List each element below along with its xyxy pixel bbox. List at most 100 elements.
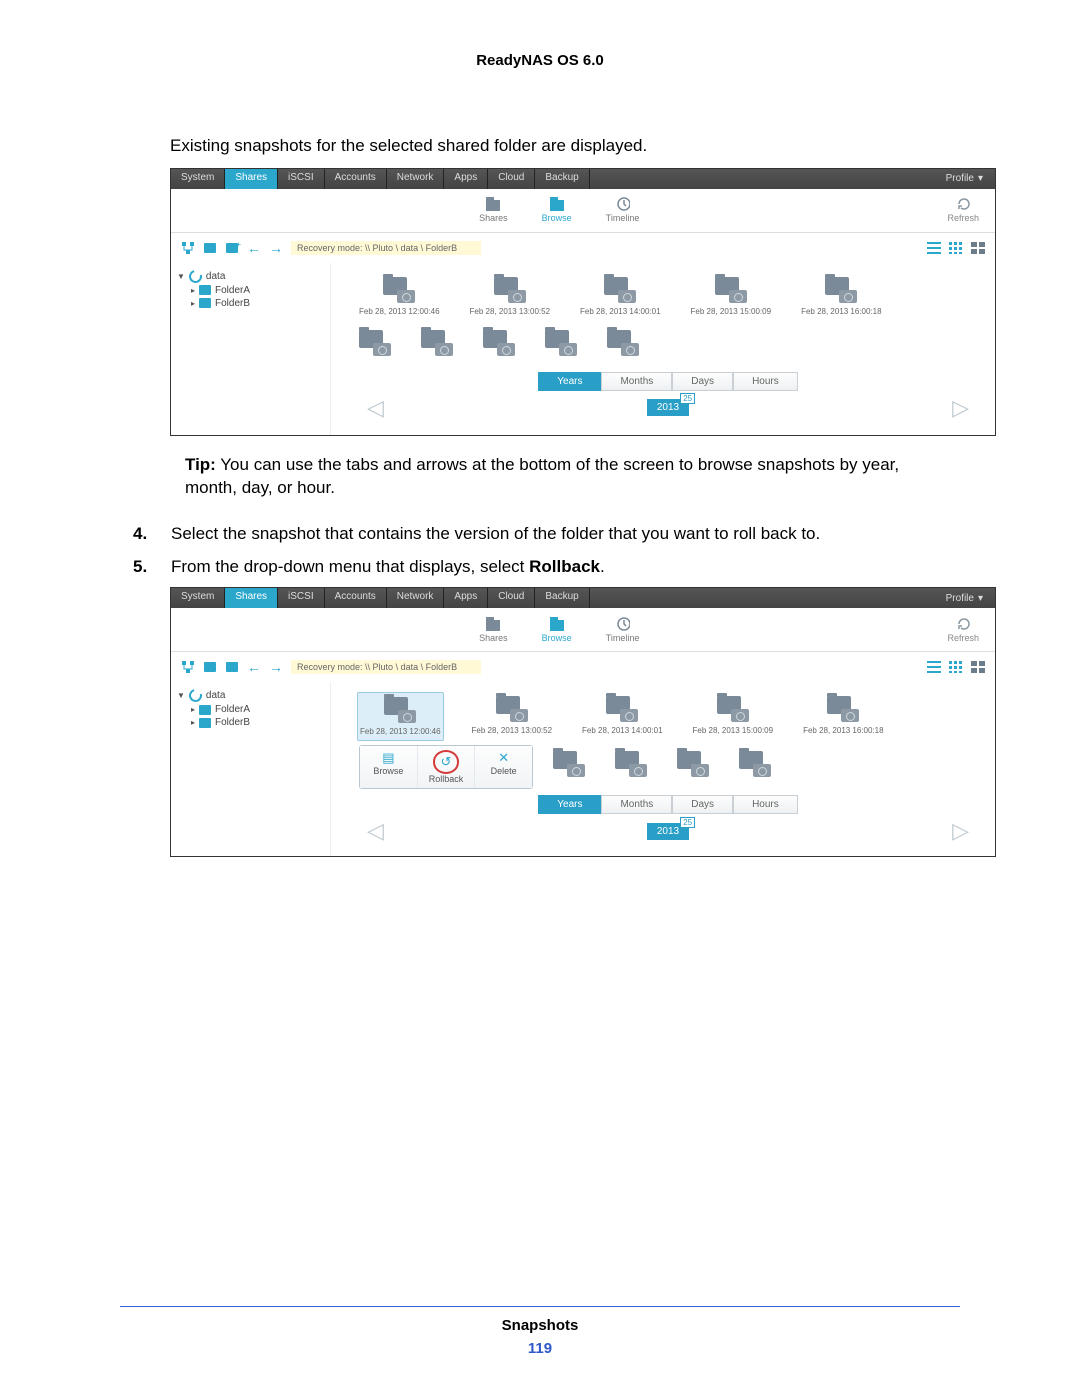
snapshot-item[interactable]: Feb 28, 2013 13:00:52: [468, 273, 553, 320]
snapshot-item[interactable]: Feb 28, 2013 14:00:01: [578, 273, 663, 320]
tab-apps[interactable]: Apps: [444, 169, 488, 189]
tree-foldera[interactable]: ▸ FolderA: [177, 703, 324, 716]
refresh-button[interactable]: Refresh: [947, 617, 979, 643]
snapshot-item[interactable]: [357, 326, 393, 360]
tree-icon[interactable]: [181, 241, 195, 255]
shares-view-button[interactable]: Shares: [479, 617, 508, 643]
context-menu: ▤ Browse ↺ Rollback ✕ Delete: [359, 745, 533, 789]
range-tab-years[interactable]: Years: [538, 795, 601, 814]
snapshot-folder-icon: [715, 277, 747, 303]
tab-cloud[interactable]: Cloud: [488, 169, 535, 189]
snapshot-label: Feb 28, 2013 15:00:09: [693, 726, 774, 735]
next-arrow-icon[interactable]: ▷: [952, 395, 969, 421]
snapshot-item[interactable]: [737, 747, 773, 781]
screenshot-2: System Shares iSCSI Accounts Network App…: [170, 587, 996, 857]
new-folder-icon[interactable]: +: [225, 241, 239, 255]
snapshot-item[interactable]: Feb 28, 2013 12:00:46: [357, 273, 442, 320]
caret-right-icon: ▸: [191, 718, 195, 727]
list-view-icon[interactable]: [927, 660, 941, 674]
grid-small-icon[interactable]: [949, 660, 963, 674]
tab-backup[interactable]: Backup: [535, 169, 589, 189]
snapshot-label: Feb 28, 2013 13:00:52: [472, 726, 553, 735]
range-tab-hours[interactable]: Hours: [733, 795, 798, 814]
ctx-delete-button[interactable]: ✕ Delete: [475, 746, 532, 788]
range-tab-hours[interactable]: Hours: [733, 372, 798, 391]
path-toolbar: + ← → Recovery mode: \\ Pluto \ data \ F…: [171, 233, 995, 263]
snapshot-item[interactable]: [543, 326, 579, 360]
range-tab-days[interactable]: Days: [672, 795, 733, 814]
next-arrow-icon[interactable]: ▷: [952, 818, 969, 844]
tab-cloud[interactable]: Cloud: [488, 588, 535, 608]
tree-root[interactable]: ▼ data: [177, 269, 324, 284]
snapshot-item[interactable]: [419, 326, 455, 360]
snapshot-item[interactable]: Feb 28, 2013 15:00:09: [691, 692, 776, 741]
tab-shares[interactable]: Shares: [225, 588, 278, 608]
timeline-view-button[interactable]: Timeline: [606, 617, 640, 643]
tab-iscsi[interactable]: iSCSI: [278, 588, 325, 608]
profile-label: Profile: [946, 593, 974, 604]
range-tab-days[interactable]: Days: [672, 372, 733, 391]
tab-apps[interactable]: Apps: [444, 588, 488, 608]
tree-root[interactable]: ▼ data: [177, 688, 324, 703]
tab-backup[interactable]: Backup: [535, 588, 589, 608]
tab-accounts[interactable]: Accounts: [325, 588, 387, 608]
snapshot-item[interactable]: [605, 326, 641, 360]
snapshot-item[interactable]: Feb 28, 2013 16:00:18: [799, 273, 884, 320]
year-tag[interactable]: 2013 25: [647, 399, 689, 416]
profile-menu[interactable]: Profile ▾: [934, 588, 995, 608]
browse-view-button[interactable]: Browse: [542, 617, 572, 643]
snapshot-item[interactable]: Feb 28, 2013 14:00:01: [580, 692, 665, 741]
snapshot-item[interactable]: [481, 326, 517, 360]
timeline-view-button[interactable]: Timeline: [606, 197, 640, 223]
range-tab-years[interactable]: Years: [538, 372, 601, 391]
grid-large-icon[interactable]: [971, 660, 985, 674]
tree-folderb[interactable]: ▸ FolderB: [177, 297, 324, 310]
forward-arrow-icon[interactable]: →: [269, 660, 283, 674]
tab-system[interactable]: System: [171, 169, 225, 189]
tab-accounts[interactable]: Accounts: [325, 169, 387, 189]
snapshot-item[interactable]: [675, 747, 711, 781]
tab-iscsi[interactable]: iSCSI: [278, 169, 325, 189]
snapshot-folder-icon: [496, 696, 528, 722]
snapshot-item-selected[interactable]: Feb 28, 2013 12:00:46: [357, 692, 444, 741]
snapshot-item[interactable]: [551, 747, 587, 781]
tab-system[interactable]: System: [171, 588, 225, 608]
refresh-button[interactable]: Refresh: [947, 197, 979, 223]
back-arrow-icon[interactable]: ←: [247, 241, 261, 255]
caret-down-icon: ▼: [177, 272, 185, 281]
list-view-icon[interactable]: [927, 241, 941, 255]
folder-small-icon[interactable]: [203, 660, 217, 674]
year-tag[interactable]: 2013 25: [647, 823, 689, 840]
ctx-rollback-button[interactable]: ↺ Rollback: [418, 746, 476, 788]
sub-iconbar: Shares Browse Timeline: [171, 189, 995, 233]
range-tab-months[interactable]: Months: [601, 372, 672, 391]
new-folder-icon[interactable]: [225, 660, 239, 674]
snapshot-item[interactable]: Feb 28, 2013 15:00:09: [689, 273, 774, 320]
snapshot-item[interactable]: Feb 28, 2013 13:00:52: [470, 692, 555, 741]
profile-label: Profile: [946, 173, 974, 184]
back-arrow-icon[interactable]: ←: [247, 660, 261, 674]
tree-foldera[interactable]: ▸ FolderA: [177, 284, 324, 297]
profile-menu[interactable]: Profile ▾: [934, 169, 995, 189]
tab-network[interactable]: Network: [387, 169, 445, 189]
tree-icon[interactable]: [181, 660, 195, 674]
grid-small-icon[interactable]: [949, 241, 963, 255]
ctx-browse-button[interactable]: ▤ Browse: [360, 746, 418, 788]
browse-view-button[interactable]: Browse: [542, 197, 572, 223]
folder-tree: ▼ data ▸ FolderA ▸ FolderB: [171, 682, 331, 856]
tab-shares[interactable]: Shares: [225, 169, 278, 189]
breadcrumb-prefix: Recovery mode:: [297, 662, 363, 672]
folder-small-icon[interactable]: [203, 241, 217, 255]
tree-folderb[interactable]: ▸ FolderB: [177, 716, 324, 729]
snapshot-item[interactable]: Feb 28, 2013 16:00:18: [801, 692, 886, 741]
tab-network[interactable]: Network: [387, 588, 445, 608]
forward-arrow-icon[interactable]: →: [269, 241, 283, 255]
prev-arrow-icon[interactable]: ◁: [367, 395, 384, 421]
prev-arrow-icon[interactable]: ◁: [367, 818, 384, 844]
snapshot-item[interactable]: [613, 747, 649, 781]
snapshot-folder-icon: [384, 697, 416, 723]
intro-paragraph: Existing snapshots for the selected shar…: [125, 134, 955, 158]
range-tab-months[interactable]: Months: [601, 795, 672, 814]
grid-large-icon[interactable]: [971, 241, 985, 255]
shares-view-button[interactable]: Shares: [479, 197, 508, 223]
